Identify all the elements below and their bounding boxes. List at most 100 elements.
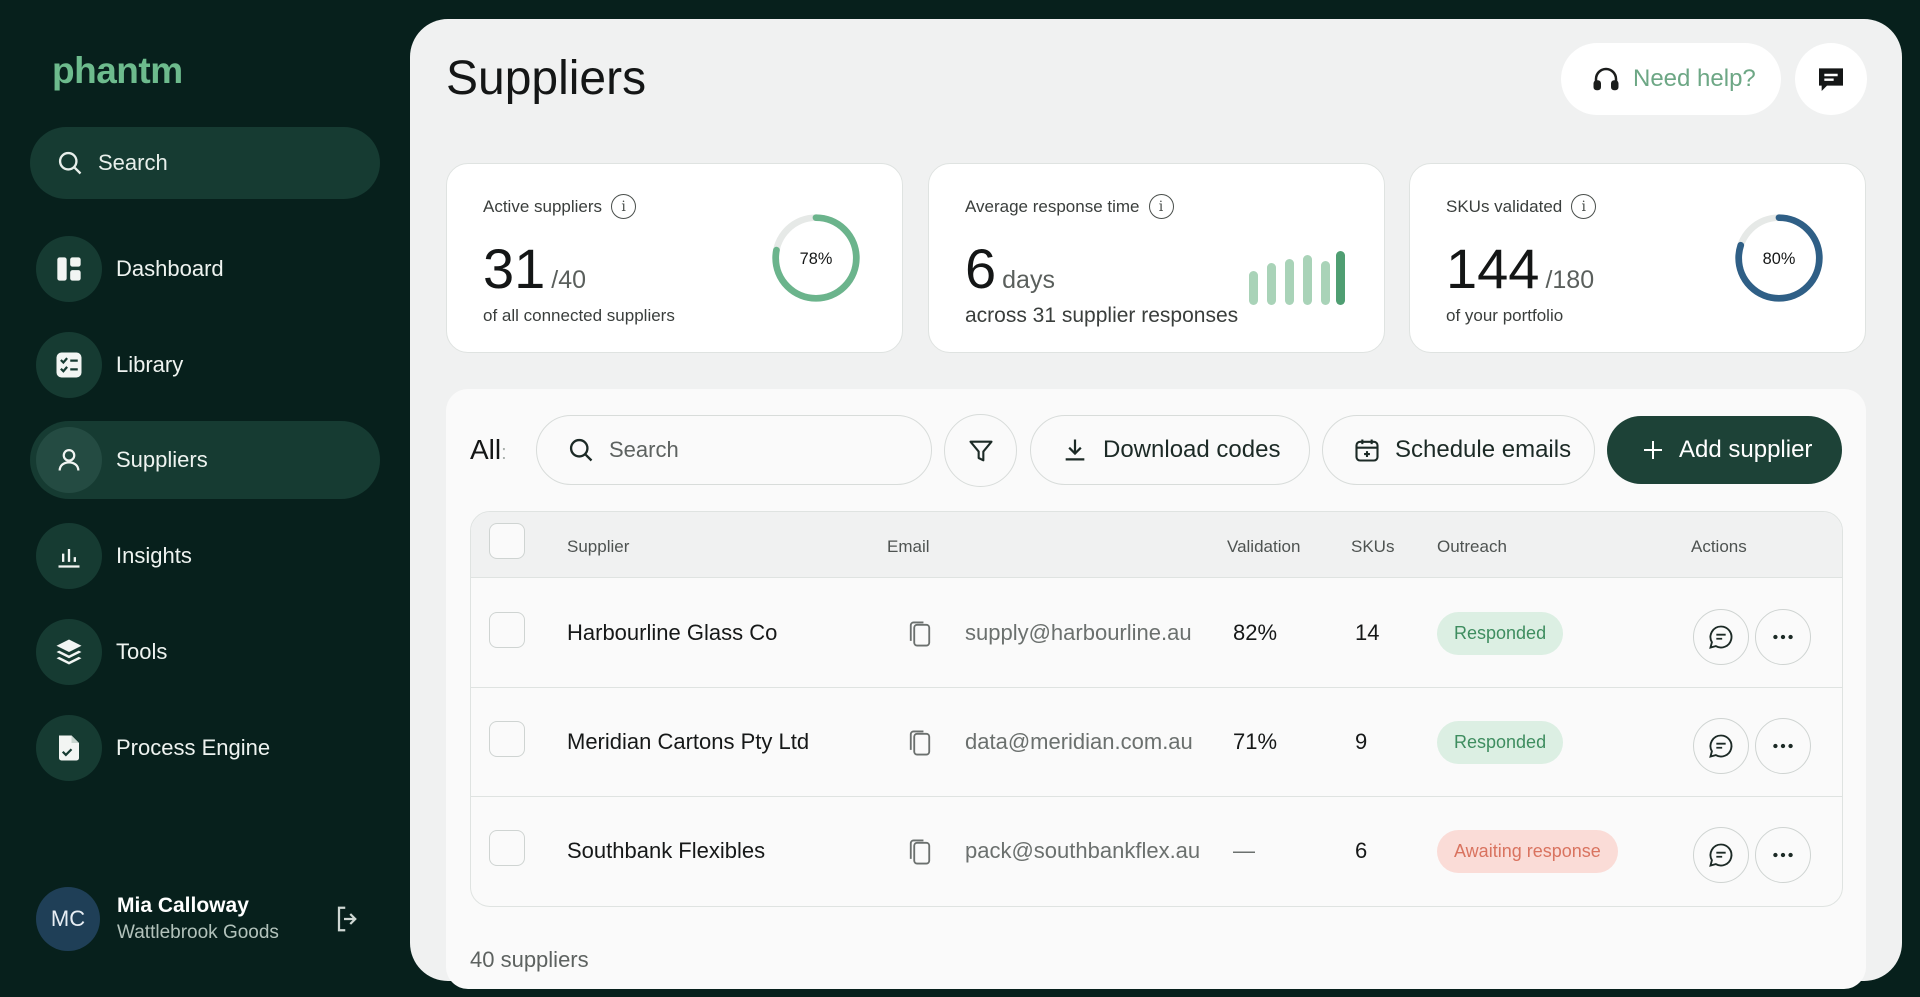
sidebar-item-label: Library <box>116 352 184 377</box>
row-more-button[interactable] <box>1755 609 1811 665</box>
more-horizontal-icon <box>1773 743 1793 749</box>
copy-icon[interactable] <box>906 619 934 649</box>
column-header-validation[interactable]: Validation <box>1227 537 1300 557</box>
chat-bubble-icon <box>1709 843 1733 867</box>
user-profile[interactable]: MC Mia Calloway Wattlebrook Goods <box>36 886 376 952</box>
file-check-icon <box>36 715 102 781</box>
row-checkbox[interactable] <box>489 830 525 866</box>
info-icon[interactable]: i <box>611 194 637 219</box>
filter-button[interactable] <box>944 414 1017 487</box>
supplier-name[interactable]: Harbourline Glass Co <box>567 620 777 646</box>
download-codes-button[interactable]: Download codes <box>1030 415 1310 485</box>
sidebar-item-dashboard[interactable]: Dashboard <box>30 230 380 308</box>
search-placeholder: Search <box>609 437 679 462</box>
dashboard-icon <box>36 236 102 302</box>
copy-icon[interactable] <box>906 837 934 867</box>
sidebar-search[interactable]: Search <box>30 127 380 199</box>
sidebar-item-suppliers[interactable]: Suppliers <box>30 421 380 499</box>
column-header-actions: Actions <box>1691 537 1747 556</box>
plus-icon <box>1644 441 1662 459</box>
stat-value: 6 days <box>965 236 1055 301</box>
filter-all-tab[interactable]: All: <box>470 434 507 466</box>
supplier-email: pack@southbankflex.au <box>965 838 1201 863</box>
stat-label: Average response time i <box>965 194 1174 219</box>
message-supplier-button[interactable] <box>1693 827 1749 883</box>
main-panel: Suppliers Need help? Active suppliers i … <box>410 19 1902 989</box>
column-header-outreach[interactable]: Outreach <box>1437 537 1507 557</box>
copy-icon[interactable] <box>906 728 934 758</box>
chat-button[interactable] <box>1795 43 1867 115</box>
table-row[interactable]: Meridian Cartons Pty Ltd data@meridian.c… <box>471 688 1842 797</box>
stat-label-text: Average response time <box>965 196 1140 216</box>
checklist-icon <box>36 332 102 398</box>
layers-icon <box>36 619 102 685</box>
stat-subtext: across 31 supplier responses <box>965 304 1239 327</box>
stat-label: Active suppliers i <box>483 194 637 219</box>
stat-subtext: of all connected suppliers <box>483 306 675 325</box>
sidebar-item-process-engine[interactable]: Process Engine <box>30 709 380 787</box>
stat-label: SKUs validated i <box>1446 194 1597 219</box>
sidebar-item-tools[interactable]: Tools <box>30 613 380 691</box>
sidebar-item-library[interactable]: Library <box>30 326 380 404</box>
add-supplier-button[interactable]: Add supplier <box>1607 416 1842 484</box>
stat-unit: days <box>1002 266 1055 294</box>
row-more-button[interactable] <box>1755 827 1811 883</box>
download-icon <box>1065 439 1085 461</box>
message-icon <box>1819 68 1843 91</box>
supplier-name[interactable]: Meridian Cartons Pty Ltd <box>567 729 809 755</box>
row-checkbox[interactable] <box>489 612 525 648</box>
chat-bubble-icon <box>1709 625 1733 649</box>
help-button[interactable]: Need help? <box>1561 43 1781 115</box>
search-icon <box>58 151 82 175</box>
donut-label: 80% <box>1763 250 1796 268</box>
suppliers-table-panel: All: Search Download codes Schedule emai… <box>446 389 1866 989</box>
sku-count: 9 <box>1355 729 1368 754</box>
stat-number: 6 <box>965 237 997 300</box>
schedule-emails-button[interactable]: Schedule emails <box>1322 415 1595 485</box>
donut-label: 78% <box>800 250 833 268</box>
sidebar-item-label: Tools <box>116 639 168 664</box>
sku-count: 14 <box>1355 620 1380 645</box>
validation-value: 82% <box>1233 620 1278 645</box>
stat-card-active-suppliers: Active suppliers i 31/40 of all connecte… <box>446 163 903 353</box>
stat-denominator: /40 <box>551 266 587 294</box>
progress-donut: 80% <box>1735 214 1823 302</box>
response-bars-icon <box>1249 251 1345 305</box>
suppliers-table: Supplier Email Validation SKUs Outreach … <box>470 511 1843 907</box>
select-all-checkbox[interactable] <box>489 523 525 559</box>
stat-number: 144 <box>1446 237 1540 300</box>
sidebar-item-insights[interactable]: Insights <box>30 517 380 595</box>
column-header-supplier[interactable]: Supplier <box>567 537 629 557</box>
calendar-icon <box>1355 439 1379 462</box>
supplier-count: 40 suppliers <box>470 947 589 972</box>
headset-icon <box>1593 67 1619 91</box>
info-icon[interactable]: i <box>1571 194 1597 219</box>
column-header-email[interactable]: Email <box>887 537 930 557</box>
progress-donut: 78% <box>772 214 860 302</box>
message-supplier-button[interactable] <box>1693 609 1749 665</box>
supplier-name[interactable]: Southbank Flexibles <box>567 838 765 864</box>
stat-label-text: SKUs validated <box>1446 196 1563 216</box>
brand-logo[interactable]: phantm <box>52 50 183 92</box>
row-more-button[interactable] <box>1755 718 1811 774</box>
message-supplier-button[interactable] <box>1693 718 1749 774</box>
page-title: Suppliers <box>446 52 647 105</box>
stat-denominator: /180 <box>1545 266 1595 294</box>
stat-number: 31 <box>483 237 546 300</box>
add-supplier-label: Add supplier <box>1679 436 1813 463</box>
avatar: MC <box>36 887 100 951</box>
sidebar-item-label: Suppliers <box>116 447 208 472</box>
table-row[interactable]: Harbourline Glass Co supply@harbourline.… <box>471 579 1842 688</box>
info-icon[interactable]: i <box>1148 194 1174 219</box>
table-row[interactable]: Southbank Flexibles pack@southbankflex.a… <box>471 797 1842 906</box>
column-header-skus[interactable]: SKUs <box>1351 537 1394 557</box>
row-checkbox[interactable] <box>489 721 525 757</box>
user-name: Mia Calloway <box>117 894 249 917</box>
stat-value: 31/40 <box>483 236 586 301</box>
logout-icon[interactable] <box>334 904 364 934</box>
table-header: Supplier Email Validation SKUs Outreach … <box>471 512 1842 578</box>
user-icon <box>36 427 102 493</box>
bar-chart-icon <box>36 523 102 589</box>
table-search-input[interactable]: Search <box>536 415 932 485</box>
search-icon <box>569 438 593 462</box>
